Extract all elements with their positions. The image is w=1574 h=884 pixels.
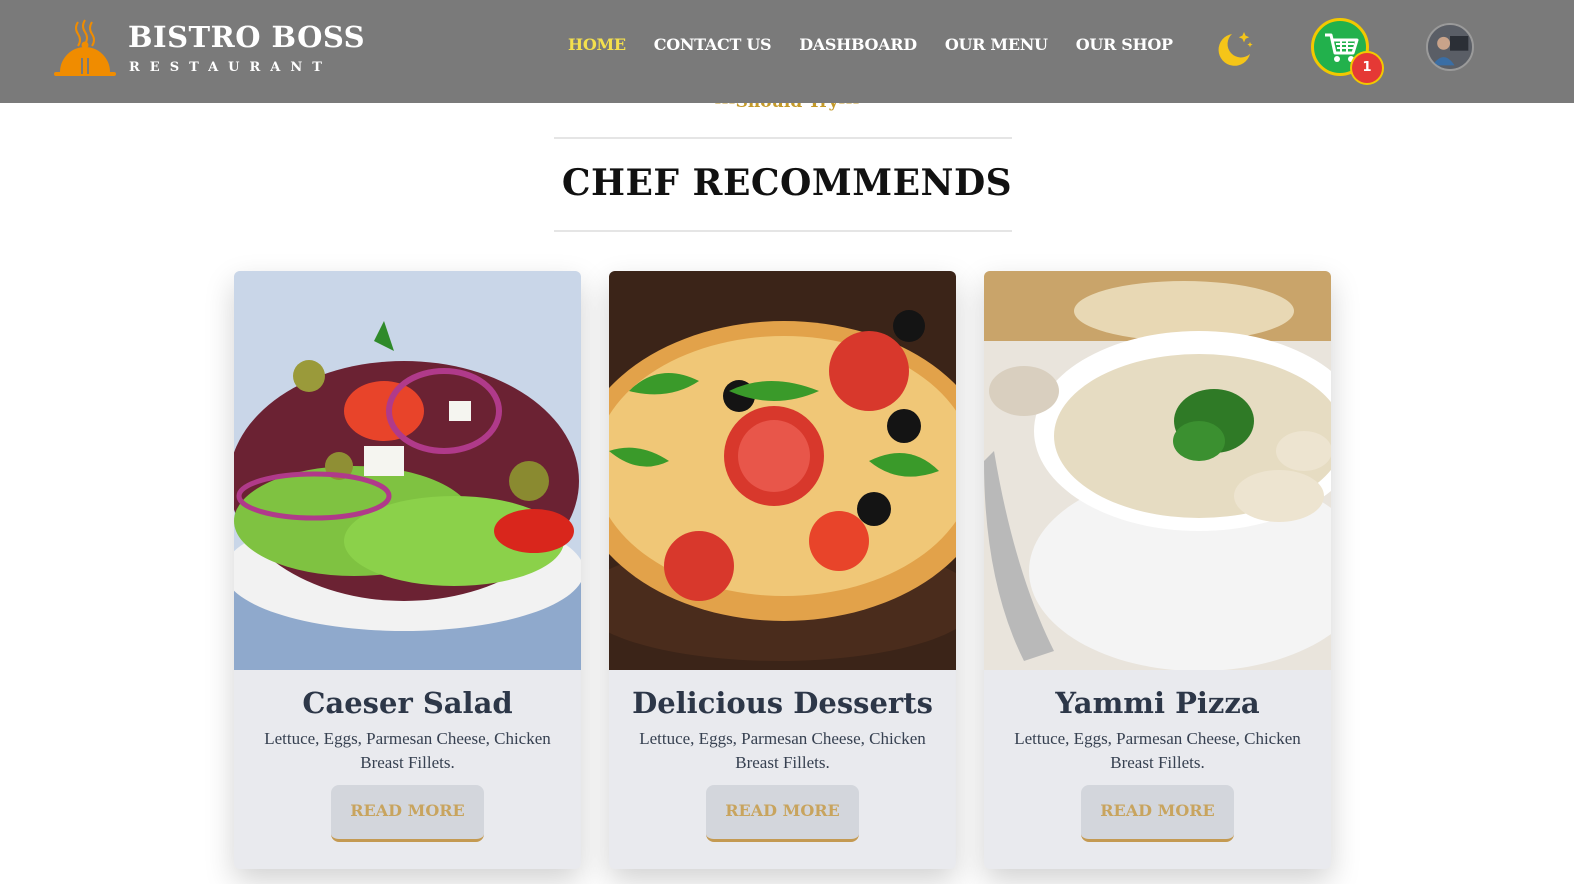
brand-name: BISTRO BOSS xyxy=(128,20,366,54)
pizza-image xyxy=(609,271,956,670)
moon-icon[interactable] xyxy=(1214,28,1256,70)
nav-item-dashboard[interactable]: DASHBOARD xyxy=(799,35,917,54)
read-more-button[interactable]: READ MORE xyxy=(331,785,484,842)
salad-image xyxy=(234,271,581,670)
card-title: Yammi Pizza xyxy=(1055,686,1260,720)
recipe-card: Caeser Salad Lettuce, Eggs, Parmesan Che… xyxy=(234,271,581,869)
user-photo-icon xyxy=(1428,25,1472,69)
restaurant-cloche-icon xyxy=(54,19,116,76)
read-more-button[interactable]: READ MORE xyxy=(1081,785,1234,842)
navbar: BISTRO BOSS RESTAURANT HOME CONTACT US D… xyxy=(0,0,1574,103)
card-title: Delicious Desserts xyxy=(632,686,933,720)
card-description: Lettuce, Eggs, Parmesan Cheese, Chicken … xyxy=(639,729,926,772)
heading-divider-top xyxy=(554,137,1012,139)
nav-item-our-menu[interactable]: OUR MENU xyxy=(945,35,1048,54)
section-heading: CHEF RECOMMENDS xyxy=(561,162,1013,204)
read-more-button[interactable]: READ MORE xyxy=(706,785,859,842)
user-avatar[interactable] xyxy=(1426,23,1474,71)
cart-count-badge: 1 xyxy=(1350,51,1384,85)
card-title: Caeser Salad xyxy=(302,686,513,720)
recipe-card: Yammi Pizza Lettuce, Eggs, Parmesan Chee… xyxy=(984,271,1331,869)
recipe-card: Delicious Desserts Lettuce, Eggs, Parmes… xyxy=(609,271,956,869)
nav-menu: HOME CONTACT US DASHBOARD OUR MENU OUR S… xyxy=(568,35,1201,54)
nav-item-home[interactable]: HOME xyxy=(568,35,626,54)
brand-tagline: RESTAURANT xyxy=(129,60,332,75)
nav-item-contact-us[interactable]: CONTACT US xyxy=(654,35,772,54)
card-description: Lettuce, Eggs, Parmesan Cheese, Chicken … xyxy=(1014,729,1301,772)
brand-logo[interactable]: BISTRO BOSS RESTAURANT xyxy=(52,18,365,82)
card-description: Lettuce, Eggs, Parmesan Cheese, Chicken … xyxy=(264,729,551,772)
heading-divider-bottom xyxy=(554,230,1012,232)
soup-image xyxy=(984,271,1331,670)
nav-item-our-shop[interactable]: OUR SHOP xyxy=(1076,35,1173,54)
